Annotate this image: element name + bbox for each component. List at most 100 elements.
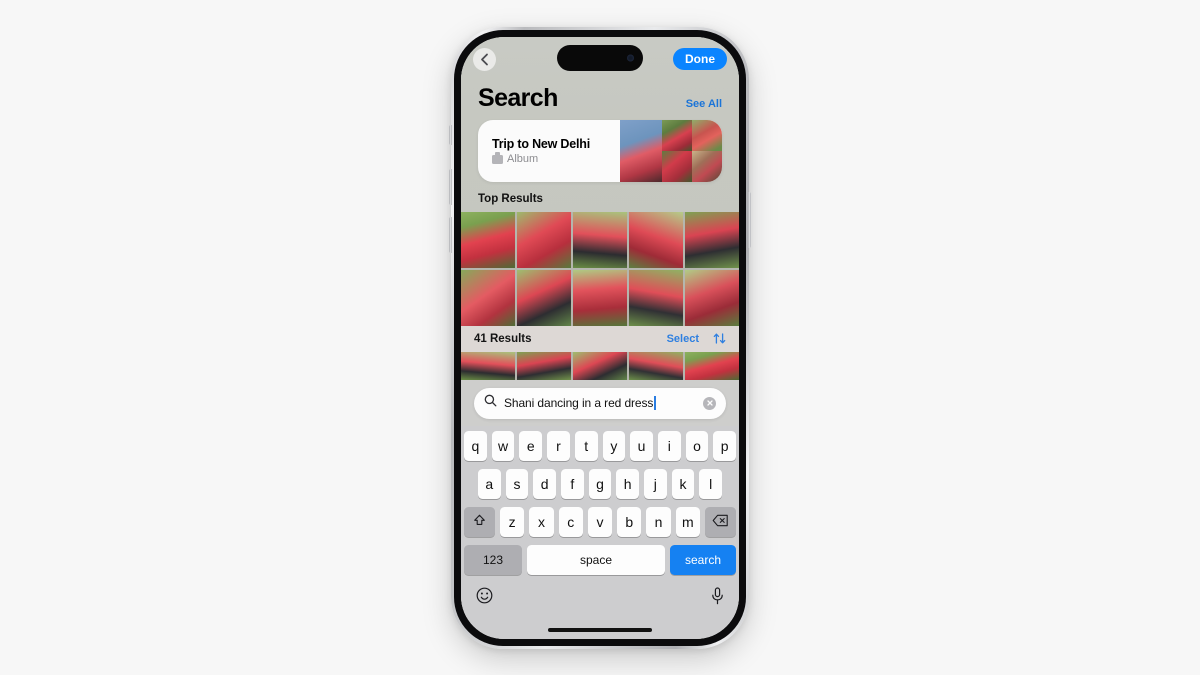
key-z[interactable]: z (500, 506, 525, 537)
photo-thumbnail[interactable] (572, 269, 628, 326)
front-camera-icon (627, 54, 634, 62)
see-all-link[interactable]: See All (686, 98, 722, 113)
key-w[interactable]: w (491, 430, 515, 461)
keyboard-row-3: z x c v b n m (464, 506, 736, 537)
key-h[interactable]: h (616, 468, 640, 499)
volume-up-button[interactable] (449, 169, 452, 205)
key-s[interactable]: s (505, 468, 529, 499)
keyboard-bottom-row (464, 581, 736, 611)
photo-thumbnail[interactable] (461, 269, 516, 326)
key-j[interactable]: j (644, 468, 667, 499)
key-m[interactable]: m (675, 506, 700, 537)
photo-thumbnail[interactable] (461, 351, 516, 380)
album-subtitle: Album (507, 153, 539, 165)
key-r[interactable]: r (547, 430, 570, 461)
results-actions: Select (667, 332, 726, 345)
iphone-device-frame: Done Search See All Trip to New Delhi Al… (449, 27, 751, 649)
album-thumbnail-group (620, 120, 722, 182)
photo-thumbnail[interactable] (684, 212, 739, 268)
album-card-text: Trip to New Delhi Album (492, 137, 590, 165)
top-results-grid (461, 212, 739, 326)
results-summary-bar: 41 Results Select (461, 325, 739, 352)
album-thumbnail (692, 120, 722, 151)
key-i[interactable]: i (657, 430, 681, 461)
emoji-smiley-icon[interactable] (476, 587, 493, 604)
results-photo-strip (461, 351, 739, 380)
key-f[interactable]: f (561, 468, 584, 499)
photo-thumbnail[interactable] (684, 269, 739, 326)
virtual-keyboard: q w e r t y u i o p a s d f g h j k l z … (461, 425, 739, 639)
shift-arrow-icon (472, 513, 487, 531)
album-stack-icon (492, 152, 503, 164)
photo-thumbnail[interactable] (628, 351, 684, 380)
key-g[interactable]: g (588, 468, 612, 499)
dynamic-island (557, 45, 643, 71)
key-b[interactable]: b (617, 506, 642, 537)
photo-thumbnail[interactable] (516, 269, 572, 326)
album-title: Trip to New Delhi (492, 137, 590, 151)
search-input-value: Shani dancing in a red dress (504, 396, 654, 410)
device-screen: Done Search See All Trip to New Delhi Al… (461, 37, 739, 639)
chevron-left-icon (480, 53, 489, 66)
volume-down-button[interactable] (449, 217, 452, 253)
search-field-region: Shani dancing in a red dress (461, 379, 739, 426)
album-thumbnail-quad (662, 120, 722, 182)
key-v[interactable]: v (587, 506, 613, 537)
photo-thumbnail[interactable] (516, 351, 572, 380)
photos-search-app: Done Search See All Trip to New Delhi Al… (461, 37, 739, 639)
key-e[interactable]: e (519, 430, 543, 461)
photo-thumbnail[interactable] (572, 212, 628, 268)
photo-thumbnail[interactable] (461, 212, 516, 268)
mute-switch[interactable] (449, 125, 452, 145)
key-k[interactable]: k (671, 468, 695, 499)
key-a[interactable]: a (477, 468, 501, 499)
key-q[interactable]: q (463, 430, 487, 461)
backspace-key[interactable] (704, 506, 736, 537)
search-return-key[interactable]: search (670, 544, 736, 575)
key-y[interactable]: y (602, 430, 626, 461)
header-row: Search See All (461, 81, 739, 120)
key-n[interactable]: n (646, 506, 671, 537)
keyboard-row-1: q w e r t y u i o p (463, 430, 737, 461)
search-icon (484, 394, 497, 412)
shift-key[interactable] (464, 506, 496, 537)
key-t[interactable]: t (574, 430, 598, 461)
keyboard-row-4: 123 space search (464, 544, 736, 575)
photo-thumbnail[interactable] (684, 351, 739, 380)
page-title: Search (478, 84, 558, 112)
sort-arrows-icon[interactable] (713, 332, 726, 345)
key-p[interactable]: p (713, 430, 737, 461)
power-button[interactable] (748, 192, 751, 248)
photo-thumbnail[interactable] (572, 351, 628, 380)
photo-thumbnail[interactable] (516, 212, 572, 268)
album-thumbnail (662, 151, 692, 182)
home-indicator[interactable] (548, 628, 652, 632)
album-thumbnail (662, 120, 692, 151)
results-count: 41 Results (474, 332, 532, 345)
photo-thumbnail[interactable] (628, 212, 684, 268)
search-input-text[interactable]: Shani dancing in a red dress (504, 396, 696, 410)
album-thumbnail (692, 151, 722, 182)
photo-thumbnail[interactable] (628, 269, 684, 326)
select-button[interactable]: Select (667, 333, 699, 345)
top-results-label: Top Results (478, 193, 543, 205)
screenshot-canvas: Done Search See All Trip to New Delhi Al… (0, 0, 1200, 675)
key-u[interactable]: u (630, 430, 653, 461)
key-l[interactable]: l (699, 468, 723, 499)
key-o[interactable]: o (685, 430, 709, 461)
navigation-bar: Done (461, 37, 739, 81)
keyboard-row-2: a s d f g h j k l (464, 468, 736, 499)
numbers-key[interactable]: 123 (464, 544, 522, 575)
key-x[interactable]: x (529, 506, 554, 537)
album-result-card[interactable]: Trip to New Delhi Album (478, 120, 722, 182)
space-key[interactable]: space (527, 544, 665, 575)
microphone-icon[interactable] (711, 586, 724, 605)
done-button[interactable]: Done (673, 47, 727, 71)
key-d[interactable]: d (533, 468, 556, 499)
clear-search-button[interactable] (703, 396, 716, 410)
search-field[interactable]: Shani dancing in a red dress (474, 387, 726, 419)
album-subtitle-row: Album (492, 152, 590, 165)
key-c[interactable]: c (558, 506, 583, 537)
album-card-wrapper: Trip to New Delhi Album (461, 120, 739, 182)
back-button[interactable] (473, 47, 496, 71)
